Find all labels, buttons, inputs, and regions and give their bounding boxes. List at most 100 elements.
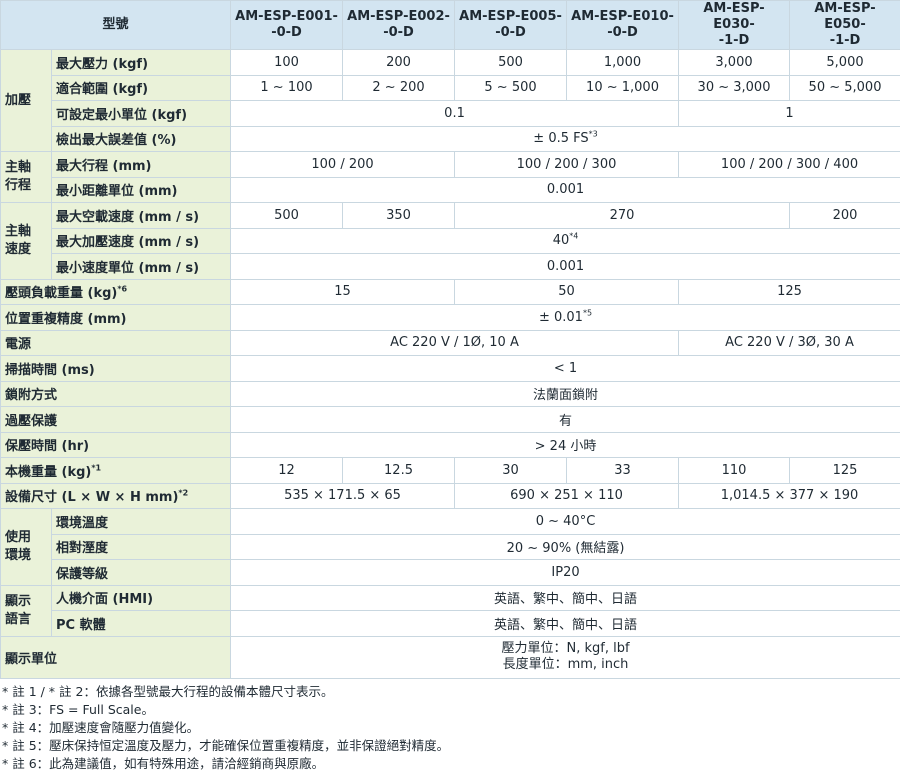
footnote-4: * 註 4：加壓速度會隨壓力值變化。	[2, 719, 200, 735]
row-min-speed-unit: 最小速度單位 (mm / s) 0.001	[1, 253, 900, 280]
model-e002: AM-ESP-E002- -0-D	[342, 0, 456, 50]
row-label: 人機介面 (HMI)	[50, 584, 232, 611]
cell: AC 220 V / 3Ø, 30 A	[678, 329, 900, 356]
footnote-1: * 註 1 / * 註 2：依據各型號最大行程的設備本體尺寸表示。	[2, 683, 334, 699]
cell: 350	[342, 202, 456, 229]
cell: 1,000	[566, 49, 680, 76]
cell: 3,000	[678, 49, 791, 76]
row-head-load: 壓頭負載重量 (kg)*6 15 50 125	[0, 278, 900, 305]
cell: 40*4	[230, 227, 900, 254]
cell: 33	[566, 457, 680, 484]
model-e030: AM-ESP-E030- -1-D	[678, 0, 791, 50]
cell: 500	[230, 202, 344, 229]
model-e010: AM-ESP-E010- -0-D	[566, 0, 680, 50]
footnote-mark: *4	[569, 231, 579, 241]
row-min-distance: 最小距離單位 (mm) 0.001	[1, 176, 900, 203]
cell: 125	[789, 457, 900, 484]
cell: 0.001	[230, 253, 900, 280]
row-overpressure: 過壓保護 有	[0, 406, 900, 433]
row-label: 最小速度單位 (mm / s)	[50, 253, 232, 280]
cell: 20 ~ 90% (無結露)	[230, 533, 900, 560]
cell: 英語、繁中、簡中、日語	[230, 610, 900, 637]
row-max-press-speed: 最大加壓速度 (mm / s) 40*4	[1, 227, 900, 254]
row-label: 本機重量 (kg)*1	[0, 457, 232, 484]
cell: 100	[230, 49, 344, 76]
cell: AC 220 V / 1Ø, 10 A	[230, 329, 680, 356]
row-display-unit: 顯示單位 壓力單位：N, kgf, lbf 長度單位：mm, inch	[0, 635, 900, 679]
row-label: 顯示單位	[0, 635, 232, 679]
label-text: 本機重量 (kg)	[5, 464, 92, 480]
footnote-5: * 註 5：壓床保持恒定溫度及壓力，才能確保位置重複精度，並非保證絕對精度。	[2, 737, 450, 753]
group-speed: 主軸 速度	[0, 202, 52, 280]
row-label: 檢出最大誤差值 (%)	[50, 125, 232, 152]
cell: 0.001	[230, 176, 900, 203]
cell: 有	[230, 406, 900, 433]
label-text: 設備尺寸 (L × W × H mm)	[5, 490, 179, 506]
row-max-idle-speed: 主軸 速度 最大空載速度 (mm / s) 500 350 270 200	[0, 202, 900, 280]
row-label: 最小距離單位 (mm)	[50, 176, 232, 203]
cell: > 24 小時	[230, 431, 900, 458]
cell: 200	[789, 202, 900, 229]
row-label: 過壓保護	[0, 406, 232, 433]
row-label: 壓頭負載重量 (kg)*6	[0, 278, 232, 305]
row-weight: 本機重量 (kg)*1 12 12.5 30 33 110 125	[0, 457, 900, 484]
group-language: 顯示 語言	[0, 584, 52, 637]
model-e005: AM-ESP-E005- -0-D	[454, 0, 568, 50]
row-label: PC 軟體	[50, 610, 232, 637]
row-label: 環境溫度	[50, 508, 232, 535]
group-pressure: 加壓	[0, 49, 52, 152]
row-label: 掃描時間 (ms)	[0, 355, 232, 382]
row-min-unit: 可設定最小單位 (kgf) 0.1 1	[1, 100, 900, 127]
cell: 法蘭面鎖附	[230, 380, 900, 407]
row-label: 最大加壓速度 (mm / s)	[50, 227, 232, 254]
row-hold-time: 保壓時間 (hr) > 24 小時	[0, 431, 900, 458]
header-row: 型號 AM-ESP-E001- -0-D AM-ESP-E002- -0-D A…	[0, 0, 900, 50]
cell: 50	[454, 278, 680, 305]
value: ± 0.01	[538, 309, 583, 325]
footnote-3: * 註 3：FS = Full Scale。	[2, 701, 154, 717]
cell: 10 ~ 1,000	[566, 74, 680, 101]
footnote-6: * 註 6：此為建議值，如有特殊用途，請洽經銷商與原廠。	[2, 755, 325, 771]
footnote-mark: *5	[582, 308, 593, 318]
cell: 2 ~ 200	[342, 74, 456, 101]
model-e050: AM-ESP-E050- -1-D	[789, 0, 900, 50]
row-locking: 鎖附方式 法蘭面鎖附	[0, 380, 900, 407]
cell: 英語、繁中、簡中、日語	[230, 584, 900, 611]
cell: 200	[342, 49, 456, 76]
row-label: 可設定最小單位 (kgf)	[50, 100, 232, 127]
value: ± 0.5 FS	[533, 131, 589, 147]
value: 40	[552, 233, 570, 249]
row-protection: 保護等級 IP20	[1, 559, 900, 586]
row-label: 保護等級	[50, 559, 232, 586]
group-stroke: 主軸 行程	[0, 151, 52, 203]
footnotes: * 註 1 / * 註 2：依據各型號最大行程的設備本體尺寸表示。 * 註 3：…	[0, 683, 900, 773]
row-max-error: 檢出最大誤差值 (%) ± 0.5 FS*3	[1, 125, 900, 152]
footnote-mark: *3	[588, 129, 598, 139]
cell: 0 ~ 40°C	[230, 508, 900, 535]
model-header: 型號	[0, 0, 232, 50]
cell: 15	[230, 278, 456, 305]
cell: 壓力單位：N, kgf, lbf 長度單位：mm, inch	[230, 635, 900, 679]
cell: 5 ~ 500	[454, 74, 568, 101]
row-label: 保壓時間 (hr)	[0, 431, 232, 458]
cell: 5,000	[789, 49, 900, 76]
row-label: 位置重複精度 (mm)	[0, 304, 232, 331]
cell: 270	[454, 202, 791, 229]
cell: 12.5	[342, 457, 456, 484]
cell: < 1	[230, 355, 900, 382]
cell: 30 ~ 3,000	[678, 74, 791, 101]
row-max-stroke: 主軸 行程 最大行程 (mm) 100 / 200 100 / 200 / 30…	[0, 151, 900, 203]
cell: 100 / 200	[230, 151, 456, 178]
cell: 1,014.5 × 377 × 190	[678, 482, 900, 509]
cell: 100 / 200 / 300 / 400	[678, 151, 900, 178]
row-label: 電源	[0, 329, 232, 356]
row-range: 適合範圍 (kgf) 1 ~ 100 2 ~ 200 5 ~ 500 10 ~ …	[1, 74, 900, 101]
cell: 125	[678, 278, 900, 305]
cell: 1 ~ 100	[230, 74, 344, 101]
row-dimensions: 設備尺寸 (L × W × H mm)*2 535 × 171.5 × 65 6…	[0, 482, 900, 509]
cell: ± 0.01*5	[230, 304, 900, 331]
row-label: 最大空載速度 (mm / s)	[50, 202, 232, 229]
row-label: 最大行程 (mm)	[50, 151, 232, 178]
cell: 690 × 251 × 110	[454, 482, 680, 509]
cell: IP20	[230, 559, 900, 586]
